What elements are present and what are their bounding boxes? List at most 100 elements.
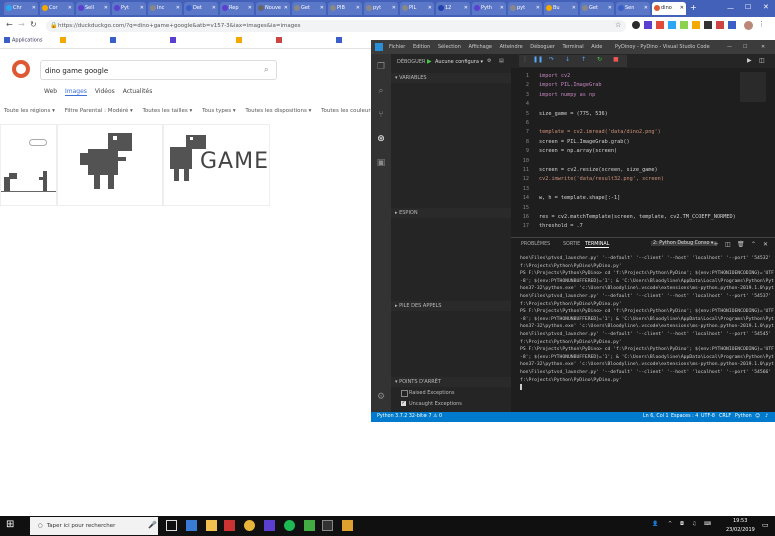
menu-terminal[interactable]: Terminal	[563, 44, 584, 50]
extensions-icon[interactable]: ▣	[376, 158, 386, 168]
extension-icon[interactable]	[728, 21, 736, 29]
debug-settings-icon[interactable]: ⚙	[487, 58, 491, 64]
back-icon[interactable]: ←	[6, 20, 13, 29]
bookmark-item[interactable]	[170, 37, 178, 44]
volume-icon[interactable]: ♫	[692, 521, 696, 527]
maximize-button[interactable]: ☐	[743, 40, 747, 54]
menu-icon[interactable]: ⋮	[758, 20, 765, 28]
browser-tab[interactable]: pyt ✕	[508, 2, 542, 15]
spotify-icon[interactable]	[284, 520, 295, 531]
tab-close-icon[interactable]: ✕	[644, 2, 648, 15]
smiley-icon[interactable]: ☺	[755, 412, 760, 422]
taskbar-app-icon[interactable]	[186, 520, 197, 531]
indentation[interactable]: Espaces : 4	[671, 412, 698, 422]
files-icon[interactable]: ❐	[376, 62, 386, 72]
extension-icon[interactable]	[632, 21, 640, 29]
extension-icon[interactable]	[704, 21, 712, 29]
browser-tab[interactable]: 12 ✕	[436, 2, 470, 15]
debug-step-into-icon[interactable]: ↓	[565, 56, 570, 63]
debug-drag-handle[interactable]: ⋮	[522, 56, 528, 63]
code-editor[interactable]: 1 import cv2 2 import PIL.ImageGrab 3 import …	[511, 68, 775, 236]
tab-close-icon[interactable]: ✕	[176, 2, 180, 15]
browser-tab[interactable]: pyt ✕	[364, 2, 398, 15]
extension-icon[interactable]	[656, 21, 664, 29]
tab-close-icon[interactable]: ✕	[356, 2, 360, 15]
extension-icon[interactable]	[644, 21, 652, 29]
browser-tab[interactable]: Sell ✕	[76, 2, 110, 15]
browser-tab[interactable]: Bu ✕	[544, 2, 578, 15]
new-terminal-icon[interactable]: +	[713, 240, 719, 248]
line-ending[interactable]: CRLF	[719, 412, 731, 422]
browser-tab[interactable]: PIB ✕	[328, 2, 362, 15]
tab-close-icon[interactable]: ✕	[392, 2, 396, 15]
filter-layout[interactable]: Toutes les dispositions ▾	[245, 108, 311, 114]
filter-safesearch[interactable]: Filtre Parental : Modéré ▾	[65, 108, 133, 114]
filter-size[interactable]: Toutes les tailles ▾	[142, 108, 192, 114]
file-explorer-icon[interactable]	[206, 520, 217, 531]
bookmark-item[interactable]	[60, 37, 68, 44]
extension-icon[interactable]	[668, 21, 676, 29]
profile-avatar[interactable]	[744, 21, 753, 30]
browser-tab[interactable]: Get ✕	[580, 2, 614, 15]
windows-start-icon[interactable]: ⊞	[6, 519, 18, 531]
taskbar-app-icon[interactable]	[224, 520, 235, 531]
problems-count[interactable]: ⊗ 7 ⚠ 0	[423, 412, 442, 422]
clock-date[interactable]: 23/02/2019	[726, 527, 755, 533]
debug-pause-icon[interactable]: ❚❚	[533, 56, 543, 63]
tab-close-icon[interactable]: ✕	[608, 2, 612, 15]
split-editor-icon[interactable]: ◫	[759, 57, 765, 64]
chrome-icon[interactable]	[244, 520, 255, 531]
taskbar-app-icon[interactable]	[264, 520, 275, 531]
network-icon[interactable]: ◘	[680, 521, 684, 527]
tab-problems[interactable]: PROBLÈMES	[521, 242, 550, 247]
browser-tab[interactable]: Inc ✕	[148, 2, 182, 15]
keyboard-icon[interactable]: ⌨	[704, 521, 711, 527]
notifications-icon[interactable]: ▭	[762, 521, 769, 529]
close-panel-icon[interactable]: ✕	[763, 241, 768, 248]
debug-stop-icon[interactable]: ■	[613, 56, 619, 63]
bell-icon[interactable]: ♪	[765, 412, 768, 422]
cursor-position[interactable]: Ln 6, Col 1	[643, 412, 669, 422]
debug-icon[interactable]: ⊛	[376, 134, 386, 144]
tab-web[interactable]: Web	[44, 88, 57, 95]
browser-tab[interactable]: PIL ✕	[400, 2, 434, 15]
bookmark-item[interactable]	[336, 37, 344, 44]
split-terminal-icon[interactable]: ◫	[725, 241, 731, 248]
filter-region[interactable]: Toute les régions ▾	[4, 108, 55, 114]
taskbar-app-icon[interactable]	[342, 520, 353, 531]
browser-tab[interactable]: Chr ✕	[4, 2, 38, 15]
bookmark-item[interactable]	[236, 37, 244, 44]
tab-close-icon[interactable]: ✕	[32, 2, 36, 15]
tab-close-icon[interactable]: ✕	[140, 2, 144, 15]
browser-tab[interactable]: Det ✕	[184, 2, 218, 15]
settings-gear-icon[interactable]: ⚙	[376, 392, 386, 402]
debug-console-icon[interactable]: ▤	[499, 58, 504, 64]
terminal-select[interactable]: 2: Python Debug Conso ▾	[651, 241, 716, 246]
encoding[interactable]: UTF-8	[701, 412, 715, 422]
debug-step-over-icon[interactable]: ↷	[549, 56, 554, 63]
tab-close-icon[interactable]: ✕	[464, 2, 468, 15]
tab-close-icon[interactable]: ✕	[284, 2, 288, 15]
tab-images[interactable]: Images	[65, 88, 87, 96]
menu-debug[interactable]: Déboguer	[530, 44, 555, 50]
tab-close-icon[interactable]: ✕	[248, 2, 252, 15]
menu-selection[interactable]: Sélection	[438, 44, 461, 50]
browser-tab[interactable]: Pyt ✕	[112, 2, 146, 15]
maximize-panel-icon[interactable]: ⌃	[751, 241, 756, 248]
call-stack-section[interactable]: ▸ PILE DES APPELS	[391, 301, 511, 311]
search-icon[interactable]: ⌕	[376, 86, 386, 96]
extension-icon[interactable]	[716, 21, 724, 29]
tab-close-icon[interactable]: ✕	[680, 2, 684, 15]
chevron-up-icon[interactable]: ^	[668, 521, 672, 527]
menu-go[interactable]: Atteindre	[500, 44, 523, 50]
menu-help[interactable]: Aide	[591, 44, 602, 50]
run-icon[interactable]: ▶	[747, 57, 752, 64]
browser-tab[interactable]: Get ✕	[292, 2, 326, 15]
browser-tab[interactable]: Sen ✕	[616, 2, 650, 15]
new-tab-button[interactable]: +	[690, 3, 697, 12]
minimize-button[interactable]: —	[727, 4, 734, 12]
checkbox-checked[interactable]: ✓	[401, 401, 406, 406]
browser-tab[interactable]: Rep ✕	[220, 2, 254, 15]
language-mode[interactable]: Python	[735, 412, 752, 422]
task-view-icon[interactable]	[166, 520, 177, 531]
